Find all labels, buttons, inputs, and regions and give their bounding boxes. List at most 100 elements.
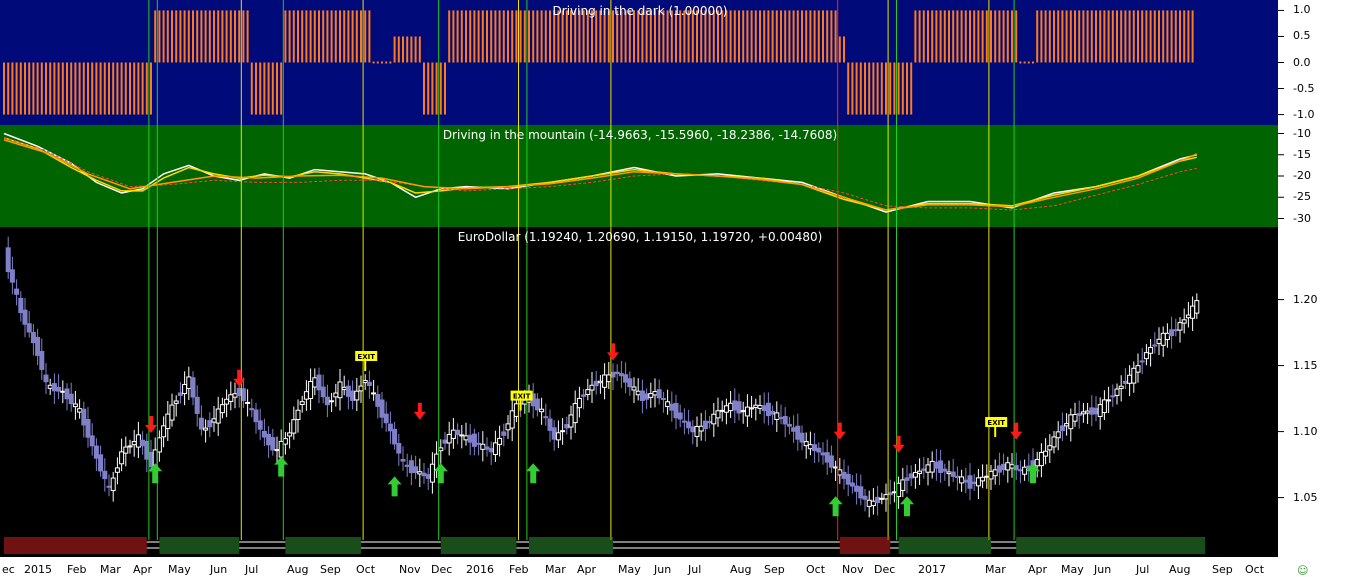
candle-bull [173,400,179,404]
candle-bear [1139,360,1145,363]
oscillator-bar [221,10,224,63]
candle-bull [1097,404,1103,417]
candle-bull [870,500,876,507]
x-tick-label: Dec [874,563,896,576]
oscillator-bar [297,10,299,63]
oscillator-bar [276,62,278,115]
oscillator-bar [763,10,766,63]
candle-bear [782,416,788,425]
candle-bull [665,401,671,408]
candle-bear [1110,395,1116,398]
candle-bull [1106,399,1112,402]
oscillator-bar [641,10,644,63]
candle-bear [1093,407,1099,415]
candle-bull [522,399,528,405]
candle-bull [992,469,998,477]
oscillator-bar [1011,10,1013,63]
oscillator-bar [1065,10,1068,63]
candle-bear [677,412,683,420]
candle-bull [807,444,813,450]
candle-bull [513,403,519,417]
candle-bear [639,390,645,402]
oscillator-bar [1069,10,1072,63]
oscillator-bar [1048,10,1051,63]
state-strip-block [898,537,991,554]
candle-bear [35,336,41,356]
candle-bull [1038,452,1044,467]
oscillator-bar [410,36,413,63]
oscillator-bar [40,62,43,115]
candle-bull [110,477,116,492]
oscillator-bar [87,62,89,115]
candle-bear [408,460,414,474]
oscillator-bar [427,62,430,115]
candle-bull [333,392,339,398]
candle-bear [476,442,482,445]
candle-bear [761,405,767,412]
candle-bear [81,408,87,426]
oscillator-bar [444,62,446,115]
oscillator-bar [70,62,73,115]
candle-bull [1064,423,1070,427]
oscillator-bar [372,61,375,64]
oscillator-bar [204,10,207,63]
candle-bull [984,475,990,478]
candle-bull [215,408,221,424]
oscillator-bar [162,10,165,63]
x-tick-label: Apr [133,563,153,576]
candle-bear [51,383,57,392]
status-smiley-icon[interactable]: ☺ [1297,564,1308,577]
candle-bear [379,399,385,418]
oscillator-bar [1061,10,1064,63]
oscillator-bar [654,10,656,63]
candle-bear [56,386,62,392]
oscillator-bar [217,10,220,63]
oscillator-bar [1174,10,1177,63]
oscillator-bar [267,62,270,115]
oscillator-bar [502,10,505,63]
oscillator-bar [1099,10,1102,63]
oscillator-bar [465,10,467,63]
2-y-tick-label: 1.05 [1293,490,1318,504]
x-tick-label: Mar [985,563,1006,576]
candle-bear [387,423,393,432]
x-tick-label: Oct [806,563,826,576]
x-tick-label: Jul [245,563,259,576]
candle-bull [1190,305,1196,319]
candle-bull [988,470,994,480]
candle-bull [127,445,133,448]
candle-bull [896,482,902,498]
candle-bear [841,471,847,479]
oscillator-bar [343,10,346,63]
candle-bear [921,468,927,471]
candle-bull [753,404,759,408]
oscillator-bar [255,62,257,115]
candle-bull [438,447,444,452]
candle-bull [1005,462,1011,471]
candle-bear [1169,329,1175,337]
x-tick-label: May [618,563,641,576]
oscillator-bar [586,10,589,63]
candle-bull [757,404,763,409]
oscillator-bar [45,62,47,115]
candle-bull [224,398,230,405]
x-tick-label: Aug [1169,563,1191,576]
oscillator-bar [381,61,383,64]
oscillator-bar [1053,10,1055,63]
oscillator-bar [259,62,262,115]
oscillator-bar [397,36,400,63]
candle-bear [732,400,738,411]
candle-bear [140,439,146,447]
candle-bear [1152,344,1158,347]
candle-bear [39,350,45,370]
candle-bull [329,400,335,403]
x-tick-label: Oct [1245,563,1265,576]
candle-bear [324,396,330,406]
candle-bear [366,381,372,386]
oscillator-bar [620,10,623,63]
candle-bull [1051,436,1057,448]
candle-bull [497,437,503,445]
candle-bear [207,420,213,428]
candle-bear [933,461,939,469]
candle-bull [719,409,725,412]
